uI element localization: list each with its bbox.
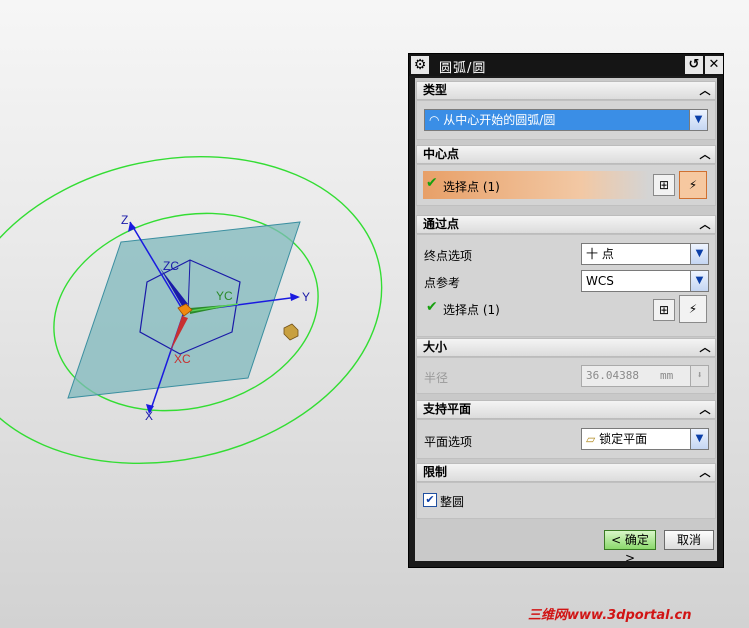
chevron-down-icon[interactable]: ⬇: [690, 366, 708, 386]
endpoint-option-value: 十 点: [586, 247, 614, 261]
radius-unit: mm: [660, 369, 674, 382]
type-combo-value: 从中心开始的圆弧/圆: [443, 113, 556, 127]
section-type-header[interactable]: 类型 ︿: [416, 81, 716, 100]
collapse-icon[interactable]: ︿: [697, 465, 713, 480]
watermark: 三维网www.3dportal.cn: [528, 608, 692, 623]
ok-button[interactable]: < 确定 >: [604, 530, 656, 565]
arc-circle-dialog: ⚙ 圆弧/圆 ↺ ✕ 类型 ︿ ◠ 从中心开始的圆弧/圆 ▼ 中心点 ︿ ✔ 选…: [408, 53, 724, 568]
label-x: X: [145, 409, 153, 423]
lock-plane-icon: ▱: [586, 432, 596, 446]
section-support-header[interactable]: 支持平面 ︿: [416, 400, 716, 419]
label-z: Z: [121, 213, 128, 227]
point-dialog-icon[interactable]: ⊞: [653, 174, 675, 196]
point-reference-label: 点参考: [424, 276, 461, 290]
section-size-title: 大小: [423, 340, 448, 354]
plane-option-label: 平面选项: [424, 435, 473, 449]
chevron-down-icon[interactable]: ▼: [690, 429, 708, 449]
through-select-row[interactable]: ✔ 选择点 (1): [423, 295, 643, 319]
check-icon: ✔: [426, 299, 438, 315]
collapse-icon[interactable]: ︿: [697, 83, 713, 98]
point-reference-combo[interactable]: WCS ▼: [581, 270, 709, 292]
type-combo[interactable]: ◠ 从中心开始的圆弧/圆 ▼: [424, 109, 708, 131]
plane-option-combo[interactable]: ▱ 锁定平面 ▼: [581, 428, 709, 450]
radius-field[interactable]: 36.04388 mm ⬇: [581, 365, 709, 387]
inferred-point-icon[interactable]: ⚡: [679, 295, 707, 323]
label-yc: YC: [216, 289, 233, 303]
section-limits-header[interactable]: 限制 ︿: [416, 463, 716, 482]
through-select-label: 选择点 (1): [443, 303, 500, 317]
point-marker[interactable]: [283, 323, 299, 341]
dialog-body: 类型 ︿ ◠ 从中心开始的圆弧/圆 ▼ 中心点 ︿ ✔ 选择点 (1) ⊞ ⚡ …: [415, 78, 717, 565]
section-center-title: 中心点: [423, 147, 460, 161]
check-icon: ✔: [426, 175, 438, 191]
collapse-icon[interactable]: ︿: [697, 340, 713, 355]
radius-value: 36.04388: [586, 369, 639, 382]
reset-icon[interactable]: ↺: [685, 56, 703, 74]
collapse-icon[interactable]: ︿: [697, 402, 713, 417]
section-type-title: 类型: [423, 83, 448, 97]
chevron-down-icon[interactable]: ▼: [690, 244, 708, 264]
label-zc: ZC: [163, 259, 179, 273]
close-icon[interactable]: ✕: [705, 56, 723, 74]
full-circle-label: 整圆: [440, 495, 465, 509]
label-y: Y: [302, 290, 310, 304]
section-through-title: 通过点: [423, 217, 460, 231]
full-circle-checkbox[interactable]: ✔: [423, 493, 437, 507]
gear-icon[interactable]: ⚙: [411, 56, 429, 74]
section-limits-body: ✔ 整圆: [416, 482, 716, 519]
section-support-body: 平面选项 ▱ 锁定平面 ▼: [416, 419, 716, 459]
section-limits-title: 限制: [423, 465, 448, 479]
center-select-row[interactable]: ✔ 选择点 (1): [423, 171, 649, 199]
section-through-header[interactable]: 通过点 ︿: [416, 215, 716, 234]
arc-icon: ◠: [429, 113, 444, 127]
center-select-label: 选择点 (1): [443, 180, 500, 194]
chevron-down-icon[interactable]: ▼: [689, 110, 707, 130]
dialog-titlebar[interactable]: ⚙ 圆弧/圆 ↺ ✕: [409, 54, 723, 76]
radius-label: 半径: [424, 371, 449, 385]
point-reference-value: WCS: [586, 274, 614, 288]
section-size-body: 半径 36.04388 mm ⬇: [416, 357, 716, 394]
endpoint-option-combo[interactable]: 十 点 ▼: [581, 243, 709, 265]
section-through-body: 终点选项 十 点 ▼ 点参考 WCS ▼ ✔ 选择点 (1) ⊞ ⚡: [416, 234, 716, 337]
section-center-header[interactable]: 中心点 ︿: [416, 145, 716, 164]
collapse-icon[interactable]: ︿: [697, 147, 713, 162]
endpoint-option-label: 终点选项: [424, 249, 473, 263]
section-size-header[interactable]: 大小 ︿: [416, 338, 716, 357]
inferred-point-icon[interactable]: ⚡: [679, 171, 707, 199]
collapse-icon[interactable]: ︿: [697, 217, 713, 232]
cancel-button[interactable]: 取消: [664, 530, 714, 550]
dialog-title: 圆弧/圆: [439, 61, 487, 76]
section-center-body: ✔ 选择点 (1) ⊞ ⚡: [416, 164, 716, 206]
point-dialog-icon[interactable]: ⊞: [653, 299, 675, 321]
section-support-title: 支持平面: [423, 402, 472, 416]
section-type-body: ◠ 从中心开始的圆弧/圆 ▼: [416, 100, 716, 140]
plane-option-value: 锁定平面: [599, 432, 648, 446]
chevron-down-icon[interactable]: ▼: [690, 271, 708, 291]
label-xc: XC: [174, 352, 191, 366]
